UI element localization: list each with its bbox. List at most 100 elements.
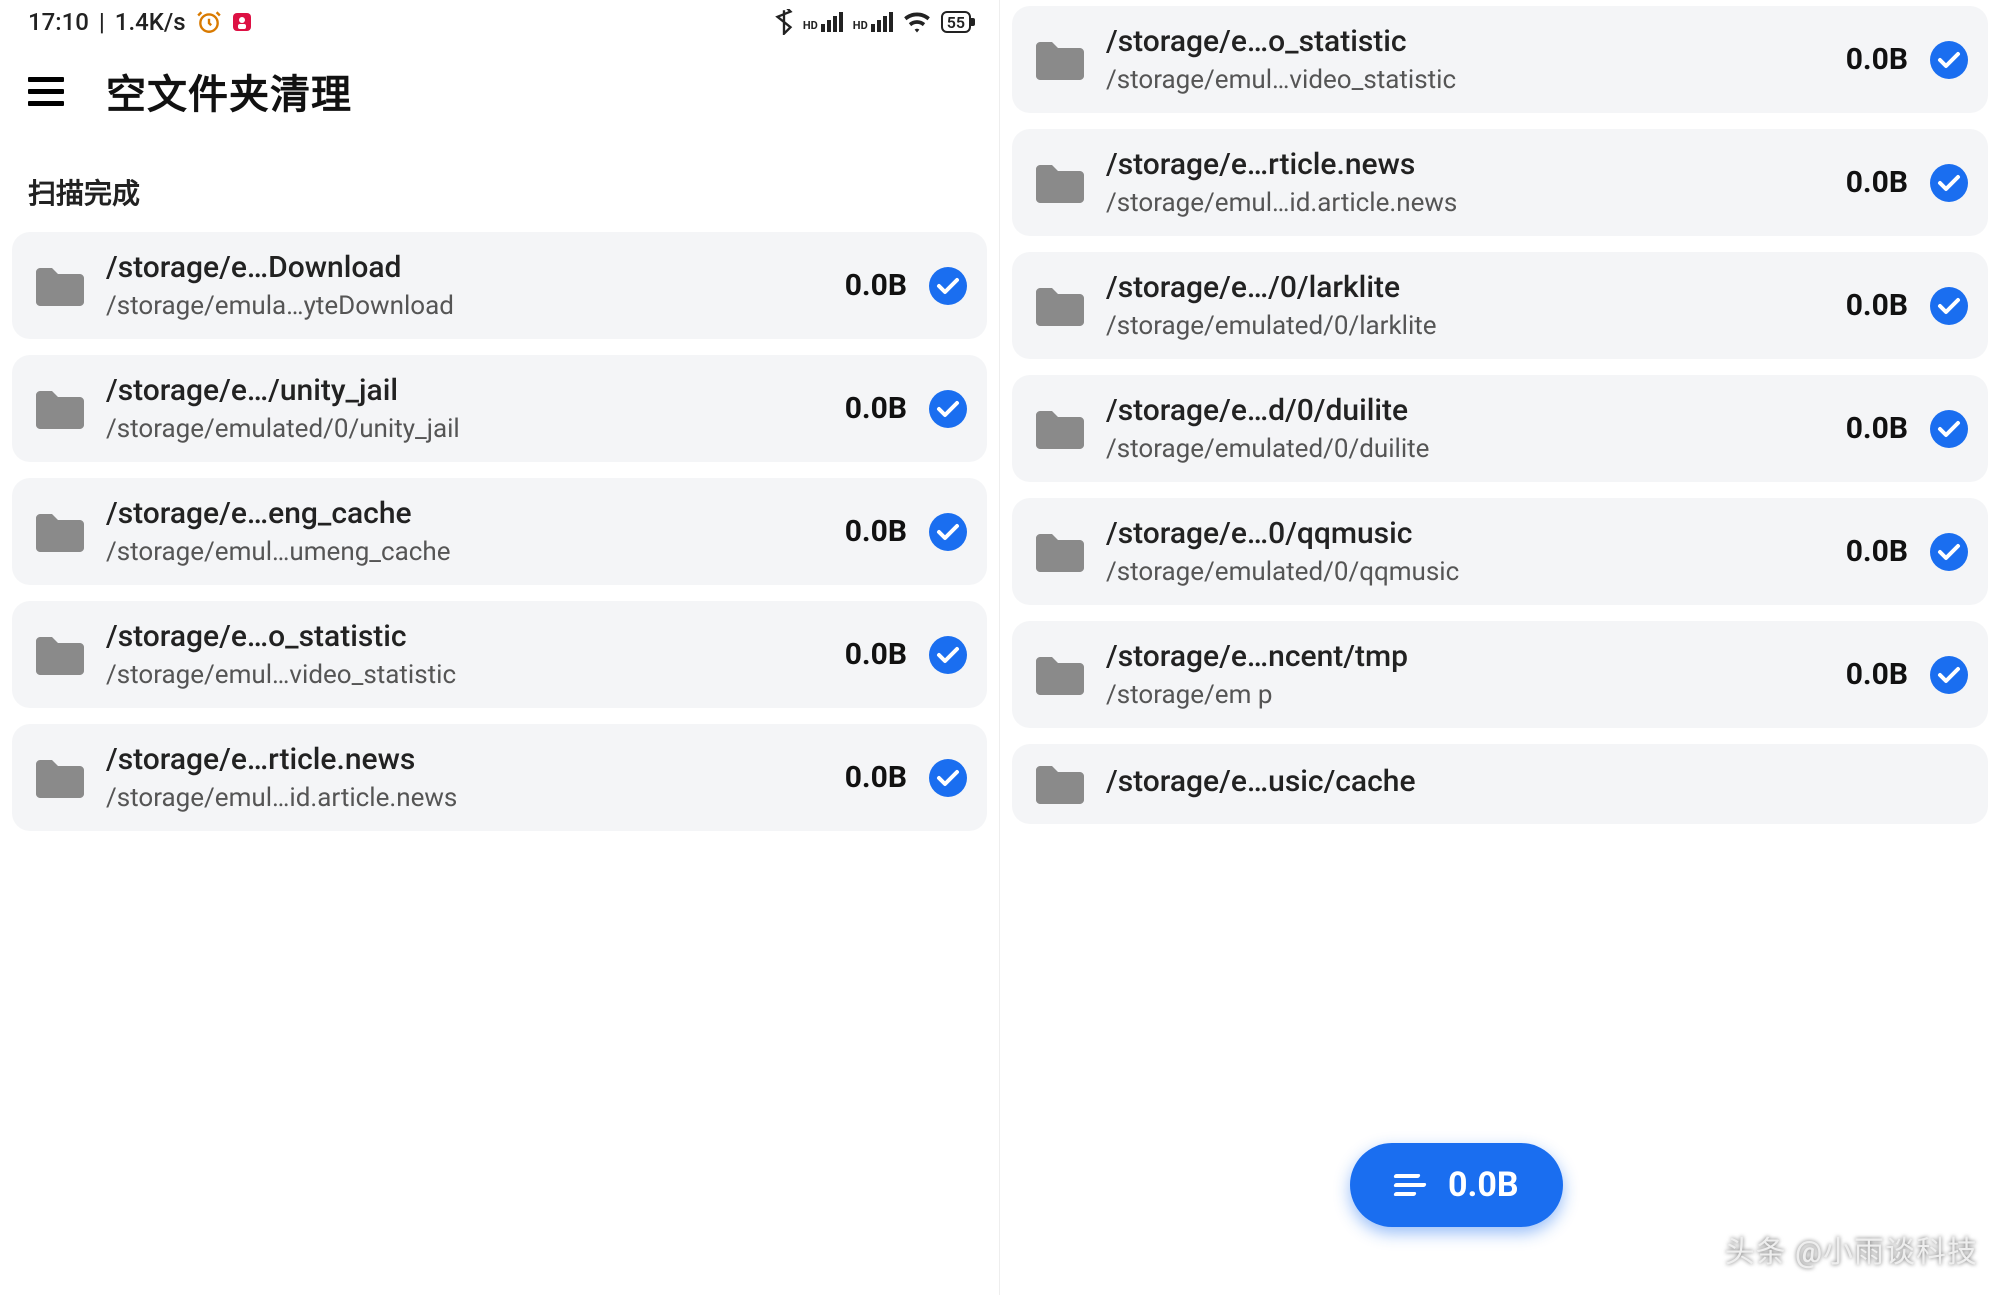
folder-title: /storage/e…rticle.news (1106, 147, 1824, 182)
folder-title: /storage/e…rticle.news (106, 742, 823, 777)
folder-title: /storage/e…eng_cache (106, 496, 823, 531)
signal-hd-icon-2: HD (853, 12, 893, 32)
page-title: 空文件夹清理 (106, 62, 352, 120)
folder-size: 0.0B (845, 760, 907, 795)
folder-size: 0.0B (845, 268, 907, 303)
folder-icon (1032, 762, 1084, 806)
folder-item[interactable]: /storage/e…ncent/tmp/storage/em p 0.0B (1012, 621, 1988, 728)
folder-icon (1032, 38, 1084, 82)
folder-info: /storage/e…rticle.news/storage/emul…id.a… (1106, 147, 1824, 218)
checkbox-checked-icon[interactable] (1930, 656, 1968, 694)
checkbox-checked-icon[interactable] (1930, 41, 1968, 79)
watermark: 头条 @小雨谈科技 (1725, 1227, 1978, 1271)
folder-title: /storage/e…usic/cache (1106, 764, 1968, 799)
wifi-icon (903, 11, 931, 33)
fab-size-label: 0.0B (1448, 1165, 1519, 1205)
folder-size: 0.0B (1846, 288, 1908, 323)
checkbox-checked-icon[interactable] (929, 636, 967, 674)
folder-path: /storage/emul…umeng_cache (106, 537, 823, 567)
folder-info: /storage/e…/0/larklite/storage/emulated/… (1106, 270, 1824, 341)
folder-title: /storage/e…/unity_jail (106, 373, 823, 408)
folder-info: /storage/e…o_statistic/storage/emul…vide… (1106, 24, 1824, 95)
folder-path: /storage/emul…id.article.news (1106, 188, 1824, 218)
folder-title: /storage/e…/0/larklite (1106, 270, 1824, 305)
checkbox-checked-icon[interactable] (1930, 533, 1968, 571)
folder-size: 0.0B (1846, 165, 1908, 200)
battery-indicator: 55 (941, 11, 971, 33)
checkbox-checked-icon[interactable] (929, 390, 967, 428)
folder-size: 0.0B (1846, 534, 1908, 569)
folder-size: 0.0B (845, 637, 907, 672)
folder-info: /storage/e…o_statistic/storage/emul…vide… (106, 619, 823, 690)
folder-info: /storage/e…rticle.news/storage/emul…id.a… (106, 742, 823, 813)
folder-icon (32, 264, 84, 308)
folder-icon (1032, 530, 1084, 574)
folder-path: /storage/emula…yteDownload (106, 291, 823, 321)
alarm-icon (196, 9, 222, 35)
app-notification-icon (230, 10, 254, 34)
menu-button[interactable] (28, 77, 64, 106)
folder-title: /storage/e…ncent/tmp (1106, 639, 1824, 674)
bluetooth-icon (775, 9, 793, 35)
folder-path: /storage/emulated/0/duilite (1106, 434, 1824, 464)
folder-item[interactable]: /storage/e…o_statistic/storage/emul…vide… (12, 601, 987, 708)
folder-item[interactable]: /storage/e…/0/larklite/storage/emulated/… (1012, 252, 1988, 359)
folder-item[interactable]: /storage/e…Download/storage/emula…yteDow… (12, 232, 987, 339)
folder-icon (32, 510, 84, 554)
checkbox-checked-icon[interactable] (1930, 164, 1968, 202)
folder-title: /storage/e…o_statistic (106, 619, 823, 654)
folder-path: /storage/emulated/0/qqmusic (1106, 557, 1824, 587)
folder-info: /storage/e…d/0/duilite/storage/emulated/… (1106, 393, 1824, 464)
folder-path: /storage/emul…id.article.news (106, 783, 823, 813)
folder-icon (32, 387, 84, 431)
folder-item[interactable]: /storage/e…rticle.news/storage/emul…id.a… (12, 724, 987, 831)
folder-info: /storage/e…0/qqmusic/storage/emulated/0/… (1106, 516, 1824, 587)
folder-path: /storage/emul…video_statistic (1106, 65, 1824, 95)
folder-item[interactable]: /storage/e…usic/cache (1012, 744, 1988, 824)
folder-list-left: /storage/e…Download/storage/emula…yteDow… (0, 232, 999, 1295)
folder-size: 0.0B (845, 391, 907, 426)
folder-item[interactable]: /storage/e…0/qqmusic/storage/emulated/0/… (1012, 498, 1988, 605)
folder-icon (1032, 407, 1084, 451)
status-bar: 17:10 | 1.4K/s HD (0, 0, 999, 44)
folder-item[interactable]: /storage/e…d/0/duilite/storage/emulated/… (1012, 375, 1988, 482)
folder-info: /storage/e…eng_cache/storage/emul…umeng_… (106, 496, 823, 567)
folder-item[interactable]: /storage/e…o_statistic/storage/emul…vide… (1012, 6, 1988, 113)
folder-item[interactable]: /storage/e…eng_cache/storage/emul…umeng_… (12, 478, 987, 585)
folder-item[interactable]: /storage/e…rticle.news/storage/emul…id.a… (1012, 129, 1988, 236)
folder-icon (32, 756, 84, 800)
checkbox-checked-icon[interactable] (929, 513, 967, 551)
folder-list-right: /storage/e…o_statistic/storage/emul…vide… (1000, 6, 2000, 1295)
folder-info: /storage/e…Download/storage/emula…yteDow… (106, 250, 823, 321)
folder-size: 0.0B (845, 514, 907, 549)
status-time: 17:10 (28, 8, 89, 36)
folder-icon (1032, 284, 1084, 328)
folder-title: /storage/e…o_statistic (1106, 24, 1824, 59)
checkbox-checked-icon[interactable] (1930, 410, 1968, 448)
folder-size: 0.0B (1846, 411, 1908, 446)
clean-fab[interactable]: 0.0B (1350, 1143, 1563, 1227)
folder-path: /storage/emul…video_statistic (106, 660, 823, 690)
folder-title: /storage/e…d/0/duilite (1106, 393, 1824, 428)
clean-icon (1394, 1174, 1426, 1196)
folder-icon (1032, 653, 1084, 697)
checkbox-checked-icon[interactable] (1930, 287, 1968, 325)
app-bar: 空文件夹清理 (0, 44, 999, 152)
folder-path: /storage/emulated/0/larklite (1106, 311, 1824, 341)
folder-title: /storage/e…0/qqmusic (1106, 516, 1824, 551)
checkbox-checked-icon[interactable] (929, 759, 967, 797)
folder-info: /storage/e…ncent/tmp/storage/em p (1106, 639, 1824, 710)
folder-info: /storage/e…usic/cache (1106, 764, 1968, 805)
folder-icon (32, 633, 84, 677)
folder-title: /storage/e…Download (106, 250, 823, 285)
folder-size: 0.0B (1846, 657, 1908, 692)
scan-status: 扫描完成 (0, 152, 999, 232)
folder-size: 0.0B (1846, 42, 1908, 77)
folder-path: /storage/em p (1106, 680, 1824, 710)
folder-path: /storage/emulated/0/unity_jail (106, 414, 823, 444)
folder-icon (1032, 161, 1084, 205)
folder-info: /storage/e…/unity_jail/storage/emulated/… (106, 373, 823, 444)
checkbox-checked-icon[interactable] (929, 267, 967, 305)
status-speed: 1.4K/s (115, 8, 186, 36)
folder-item[interactable]: /storage/e…/unity_jail/storage/emulated/… (12, 355, 987, 462)
